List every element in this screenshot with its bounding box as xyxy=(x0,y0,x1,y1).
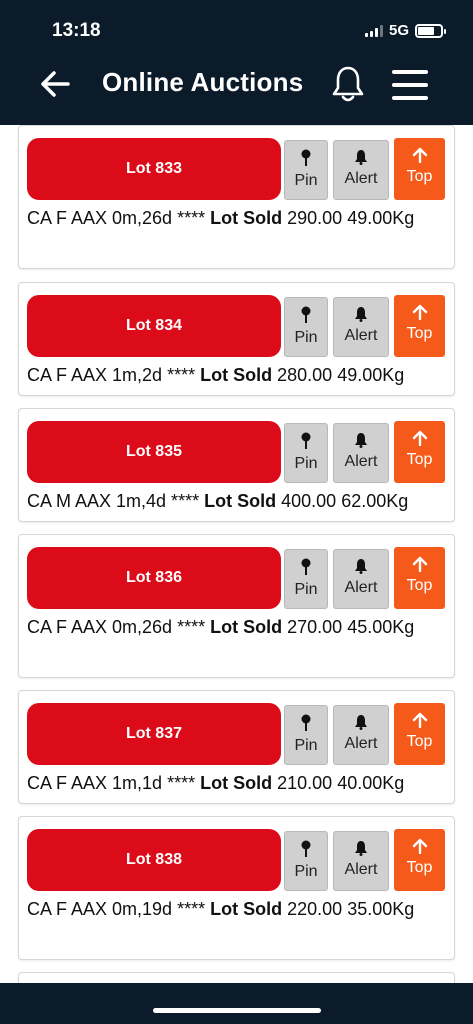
top-label: Top xyxy=(406,859,433,876)
lot-button[interactable]: Lot 834 xyxy=(27,295,281,357)
lot-card-partial xyxy=(18,972,455,983)
pin-icon xyxy=(301,149,311,166)
top-label: Top xyxy=(406,451,433,468)
status-time: 13:18 xyxy=(52,20,101,41)
pin-label: Pin xyxy=(294,172,318,189)
app-header: 13:18 5G Online Auctions xyxy=(0,0,473,125)
lot-button[interactable]: Lot 837 xyxy=(27,703,281,765)
pin-button[interactable]: Pin xyxy=(284,140,328,200)
network-label: 5G xyxy=(388,22,409,39)
back-arrow-icon[interactable] xyxy=(38,66,74,102)
alert-label: Alert xyxy=(344,735,378,752)
pin-label: Pin xyxy=(294,581,318,598)
bell-icon xyxy=(355,150,367,165)
alert-label: Alert xyxy=(344,453,378,470)
bell-icon xyxy=(355,841,367,856)
alert-label: Alert xyxy=(344,327,378,344)
bell-icon xyxy=(355,559,367,574)
lot-card: Lot 834 Pin Alert Top CA F AAX 1m,2d ***… xyxy=(18,282,455,396)
bell-icon xyxy=(355,307,367,322)
lot-button[interactable]: Lot 835 xyxy=(27,421,281,483)
alert-button[interactable]: Alert xyxy=(333,140,389,200)
lot-button[interactable]: Lot 838 xyxy=(27,829,281,891)
pin-label: Pin xyxy=(294,737,318,754)
top-label: Top xyxy=(406,325,433,342)
battery-icon xyxy=(415,23,446,38)
arrow-up-icon xyxy=(412,556,427,572)
lot-card: Lot 833 Pin Alert Top CA F AAX 0m,26d **… xyxy=(18,125,455,269)
top-label: Top xyxy=(406,168,433,185)
top-button[interactable]: Top xyxy=(394,295,445,357)
arrow-up-icon xyxy=(412,304,427,320)
lot-button[interactable]: Lot 833 xyxy=(27,138,281,200)
top-button[interactable]: Top xyxy=(394,421,445,483)
alert-button[interactable]: Alert xyxy=(333,831,389,891)
hamburger-menu-icon[interactable] xyxy=(392,70,430,102)
alert-button[interactable]: Alert xyxy=(333,705,389,765)
arrow-up-icon xyxy=(412,838,427,854)
lot-card: Lot 837 Pin Alert Top CA F AAX 1m,1d ***… xyxy=(18,690,455,804)
pin-label: Pin xyxy=(294,455,318,472)
pin-button[interactable]: Pin xyxy=(284,297,328,357)
lots-list[interactable]: Lot 833 Pin Alert Top CA F AAX 0m,26d **… xyxy=(0,125,473,983)
home-bar xyxy=(0,983,473,1024)
bell-icon xyxy=(355,715,367,730)
lot-description: CA M AAX 1m,4d **** Lot Sold 400.00 62.0… xyxy=(27,491,409,511)
signal-icon xyxy=(364,24,383,37)
lot-description: CA F AAX 0m,26d **** Lot Sold 290.00 49.… xyxy=(27,208,415,228)
alert-button[interactable]: Alert xyxy=(333,549,389,609)
top-button[interactable]: Top xyxy=(394,829,445,891)
lot-description: CA F AAX 0m,19d **** Lot Sold 220.00 35.… xyxy=(27,899,415,919)
arrow-up-icon xyxy=(412,712,427,728)
alert-label: Alert xyxy=(344,170,378,187)
lot-description: CA F AAX 1m,1d **** Lot Sold 210.00 40.0… xyxy=(27,773,405,793)
lot-description: CA F AAX 1m,2d **** Lot Sold 280.00 49.0… xyxy=(27,365,405,385)
pin-button[interactable]: Pin xyxy=(284,705,328,765)
alert-label: Alert xyxy=(344,579,378,596)
alert-label: Alert xyxy=(344,861,378,878)
pin-icon xyxy=(301,714,311,731)
lot-button[interactable]: Lot 836 xyxy=(27,547,281,609)
pin-button[interactable]: Pin xyxy=(284,423,328,483)
arrow-up-icon xyxy=(412,147,427,163)
pin-label: Pin xyxy=(294,863,318,880)
top-button[interactable]: Top xyxy=(394,547,445,609)
lot-description: CA F AAX 0m,26d **** Lot Sold 270.00 45.… xyxy=(27,617,415,637)
lot-card: Lot 838 Pin Alert Top CA F AAX 0m,19d **… xyxy=(18,816,455,960)
alert-button[interactable]: Alert xyxy=(333,423,389,483)
lot-card: Lot 835 Pin Alert Top CA M AAX 1m,4d ***… xyxy=(18,408,455,522)
bell-icon[interactable] xyxy=(329,64,367,104)
alert-button[interactable]: Alert xyxy=(333,297,389,357)
pin-button[interactable]: Pin xyxy=(284,831,328,891)
pin-button[interactable]: Pin xyxy=(284,549,328,609)
pin-icon xyxy=(301,558,311,575)
top-button[interactable]: Top xyxy=(394,138,445,200)
status-indicators: 5G xyxy=(364,22,446,39)
lot-card: Lot 836 Pin Alert Top CA F AAX 0m,26d **… xyxy=(18,534,455,678)
pin-icon xyxy=(301,306,311,323)
home-indicator[interactable] xyxy=(153,1008,321,1013)
top-button[interactable]: Top xyxy=(394,703,445,765)
pin-icon xyxy=(301,432,311,449)
arrow-up-icon xyxy=(412,430,427,446)
top-label: Top xyxy=(406,577,433,594)
pin-label: Pin xyxy=(294,329,318,346)
pin-icon xyxy=(301,840,311,857)
bell-icon xyxy=(355,433,367,448)
top-label: Top xyxy=(406,733,433,750)
page-title: Online Auctions xyxy=(102,67,304,97)
